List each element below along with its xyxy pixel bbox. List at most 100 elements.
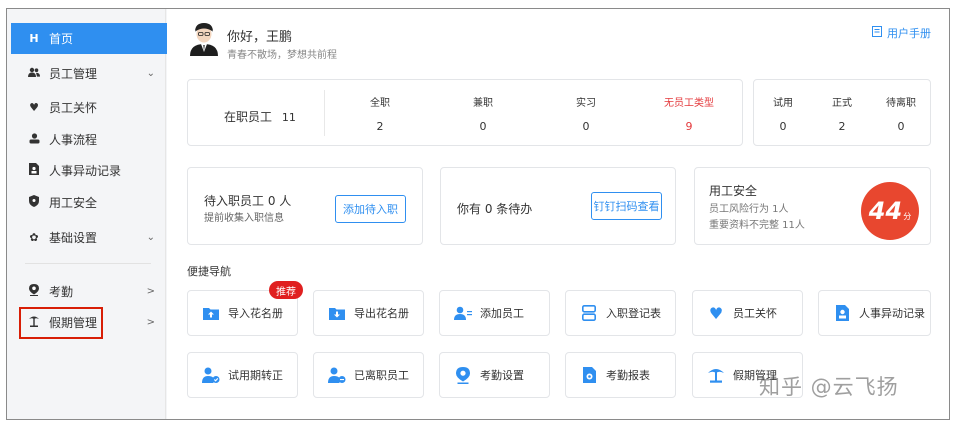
location-pin-icon <box>27 284 41 299</box>
stat-no-type[interactable]: 无员工类型 9 <box>654 94 724 133</box>
quick-label: 假期管理 <box>733 369 777 382</box>
quick-employee-care[interactable]: ♥ 员工关怀 <box>692 290 803 336</box>
main-content: 你好，王鹏 青春不散场，梦想共前程 用户手册 在职员工 11 全职 2 兼职 0 <box>167 9 949 419</box>
book-icon <box>872 26 882 40</box>
quick-probation-confirm[interactable]: 试用期转正 <box>187 352 298 398</box>
stat-intern[interactable]: 实习 0 <box>556 94 616 133</box>
report-icon <box>580 366 598 384</box>
sidebar-item-leave-management[interactable]: 假期管理 > <box>11 307 167 338</box>
dingtalk-scan-button[interactable]: 钉钉扫码查看 <box>591 192 662 220</box>
stat-value: 0 <box>779 120 787 133</box>
stat-label: 试用 <box>773 98 793 109</box>
motto-text: 青春不散场，梦想共前程 <box>227 50 337 61</box>
sidebar-item-label: 基础设置 <box>49 231 98 245</box>
safety-title: 用工安全 <box>709 184 758 198</box>
location-pin-icon <box>454 366 472 384</box>
employment-safety-card[interactable]: 用工安全 员工风险行为 1人 重要资料不完整 11人 44 分 <box>694 167 931 245</box>
safety-risk-line: 员工风险行为 1人 <box>709 204 789 215</box>
sidebar-item-hr-change-records[interactable]: 人事异动记录 <box>11 155 167 186</box>
sidebar: H 首页 员工管理 ⌄ ♥ 员工关怀 人事流程 人事异动记录 用工安全 ✿ 基础… <box>7 9 167 419</box>
onjob-label: 在职员工 <box>224 110 273 124</box>
sidebar-item-employee-management[interactable]: 员工管理 ⌄ <box>11 58 167 89</box>
quick-label: 人事异动记录 <box>859 307 925 320</box>
quick-add-employee[interactable]: 添加员工 <box>439 290 550 336</box>
heart-icon: ♥ <box>708 303 724 323</box>
quick-label: 已离职员工 <box>354 369 409 382</box>
stat-value: 9 <box>685 120 693 133</box>
user-check-icon <box>202 366 220 384</box>
sidebar-item-label: 员工关怀 <box>49 101 98 115</box>
sidebar-item-hr-process[interactable]: 人事流程 <box>11 124 167 155</box>
stat-value: 2 <box>376 120 384 133</box>
quick-export-roster[interactable]: 导出花名册 <box>313 290 424 336</box>
stat-label: 实习 <box>576 98 596 109</box>
safety-docs-line: 重要资料不完整 11人 <box>709 220 805 231</box>
doc-person-icon <box>833 304 851 322</box>
stat-value: 0 <box>897 120 905 133</box>
greeting-text: 你好，王鹏 <box>227 30 293 45</box>
stat-probation[interactable]: 试用 0 <box>754 94 812 133</box>
user-leave-icon <box>328 366 346 384</box>
sidebar-item-label: 假期管理 <box>49 316 98 330</box>
stat-regular[interactable]: 正式 2 <box>813 94 871 133</box>
sidebar-item-label: 员工管理 <box>49 67 98 81</box>
sidebar-item-basic-settings[interactable]: ✿ 基础设置 ⌄ <box>11 222 167 253</box>
stat-divider <box>324 90 325 136</box>
sidebar-item-label: 首页 <box>49 32 74 46</box>
quick-attendance-report[interactable]: 考勤报表 <box>565 352 676 398</box>
chevron-right-icon: > <box>146 317 155 328</box>
quick-label: 导入花名册 <box>228 307 283 320</box>
app-window: H 首页 员工管理 ⌄ ♥ 员工关怀 人事流程 人事异动记录 用工安全 ✿ 基础… <box>6 8 950 420</box>
employee-status-card: 试用 0 正式 2 待离职 0 <box>753 79 931 146</box>
quick-leave-management[interactable]: 假期管理 <box>692 352 803 398</box>
stat-fulltime[interactable]: 全职 2 <box>350 94 410 133</box>
stat-value: 0 <box>582 120 590 133</box>
todo-card: 你有 0 条待办 钉钉扫码查看 <box>440 167 676 245</box>
quick-hr-change-records[interactable]: 人事异动记录 <box>818 290 931 336</box>
add-user-icon <box>454 304 472 322</box>
quick-label: 添加员工 <box>480 307 524 320</box>
quick-label: 试用期转正 <box>228 369 283 382</box>
pending-onboard-sub: 提前收集入职信息 <box>204 213 284 224</box>
import-folder-icon <box>202 304 220 322</box>
stat-value: 2 <box>838 120 846 133</box>
user-manual-link[interactable]: 用户手册 <box>872 25 931 41</box>
stat-pending-leave[interactable]: 待离职 0 <box>871 94 931 133</box>
chevron-down-icon: ⌄ <box>146 68 155 79</box>
quick-label: 考勤设置 <box>480 369 524 382</box>
stat-parttime[interactable]: 兼职 0 <box>453 94 513 133</box>
stat-label: 待离职 <box>886 98 916 109</box>
quick-label: 导出花名册 <box>354 307 409 320</box>
sidebar-item-label: 考勤 <box>49 285 74 299</box>
todo-title: 你有 0 条待办 <box>457 202 533 216</box>
sidebar-item-label: 用工安全 <box>49 196 98 210</box>
doc-person-icon <box>27 163 41 178</box>
quick-attendance-settings[interactable]: 考勤设置 <box>439 352 550 398</box>
recommend-badge: 推荐 <box>269 281 303 299</box>
palm-tree-icon <box>27 315 41 330</box>
sidebar-divider <box>25 263 151 264</box>
stat-label: 全职 <box>370 98 390 109</box>
register-form-icon <box>580 304 598 322</box>
user-manual-label: 用户手册 <box>887 27 931 40</box>
avatar <box>189 22 219 56</box>
sidebar-item-employee-care[interactable]: ♥ 员工关怀 <box>11 92 167 123</box>
safety-score: 44 分 <box>861 182 919 240</box>
sidebar-item-attendance[interactable]: 考勤 > <box>11 276 167 307</box>
onjob-employees[interactable]: 在职员工 11 <box>224 108 296 125</box>
onjob-count: 11 <box>281 111 296 124</box>
sidebar-item-employment-safety[interactable]: 用工安全 <box>11 187 167 218</box>
chevron-right-icon: > <box>146 286 155 297</box>
safety-score-value: 44 <box>868 197 903 225</box>
heart-icon: ♥ <box>29 101 39 114</box>
quick-onboard-register[interactable]: 入职登记表 <box>565 290 676 336</box>
shield-icon <box>27 195 41 210</box>
quick-left-employees[interactable]: 已离职员工 <box>313 352 424 398</box>
add-pending-onboard-button[interactable]: 添加待入职 <box>335 195 406 223</box>
pending-onboard-title: 待入职员工 0 人 <box>204 194 292 208</box>
quick-label: 入职登记表 <box>606 307 661 320</box>
chevron-down-icon: ⌄ <box>146 232 155 243</box>
employee-stats-card: 在职员工 11 全职 2 兼职 0 实习 0 无员工类型 9 <box>187 79 743 146</box>
gear-icon: ✿ <box>29 231 39 244</box>
sidebar-item-home[interactable]: H 首页 <box>11 23 167 54</box>
